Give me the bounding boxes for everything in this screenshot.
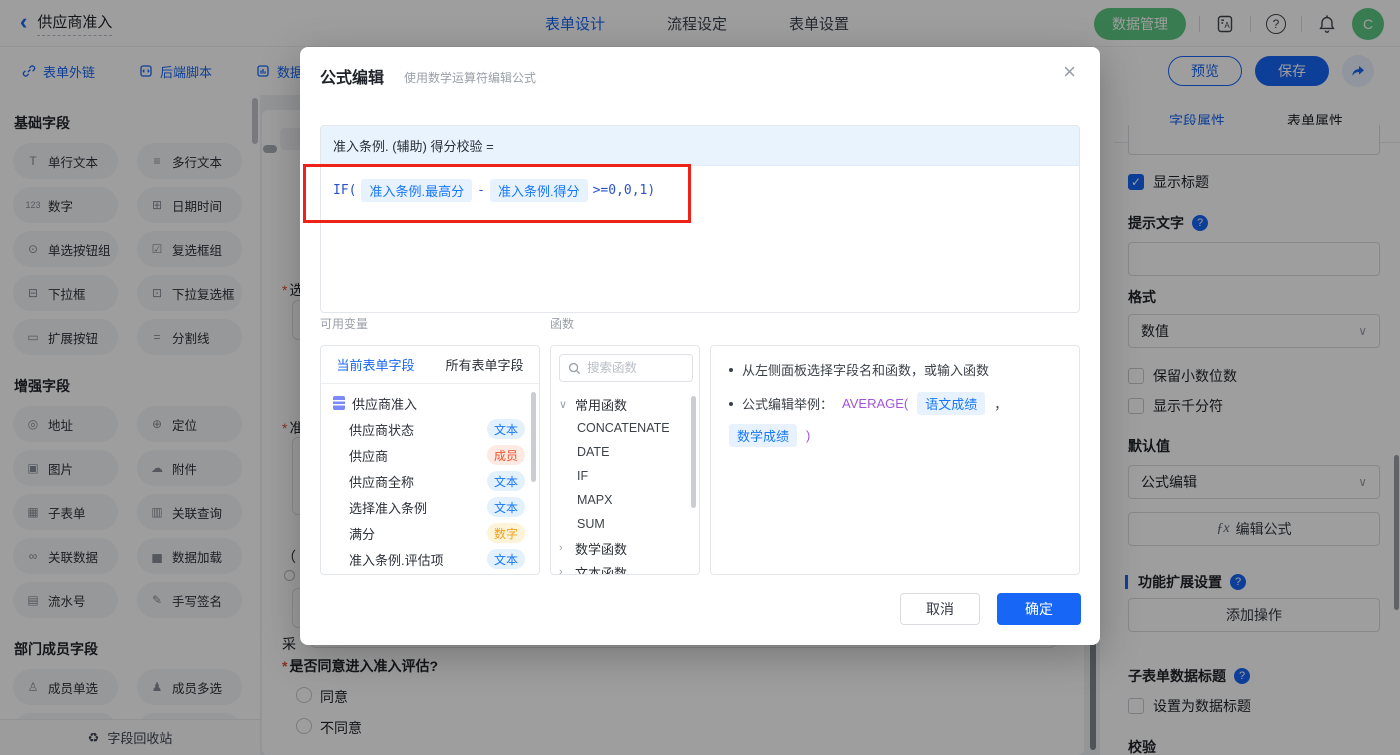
variable-name: 准入条例.评估项 <box>349 552 444 568</box>
annotation-highlight-box <box>303 164 691 223</box>
example-variable-chip: 数学成绩 <box>729 424 798 447</box>
function-item[interactable]: CONCATENATE <box>551 416 699 440</box>
group-label: 常用函数 <box>575 397 628 413</box>
tip-line: 从左侧面板选择字段名和函数，或输入函数 <box>729 360 1061 379</box>
tip-example-line: 公式编辑举例： AVERAGE( 语文成绩 ， 数学成绩 ) <box>729 392 1061 447</box>
variable-item[interactable]: 选择准入条例 文本 <box>321 494 539 520</box>
tab-current-form-fields[interactable]: 当前表单字段 <box>321 346 430 383</box>
variable-name: 供应商 <box>349 448 389 464</box>
form-doc-icon <box>333 396 345 410</box>
example-close-paren: ) <box>806 428 811 443</box>
formula-target: 准入条例. (辅助) 得分校验 = <box>321 126 1079 166</box>
tab-all-form-fields[interactable]: 所有表单字段 <box>430 346 539 383</box>
search-icon <box>568 362 581 374</box>
chevron-closed-icon: › <box>559 542 563 554</box>
modal-subtitle: 使用数学运算符编辑公式 <box>404 71 537 85</box>
variable-name: 满分 <box>349 526 376 542</box>
variable-name: 供应商全称 <box>349 474 415 490</box>
bullet-icon <box>729 367 733 372</box>
function-item[interactable]: IF <box>551 464 699 488</box>
variable-item[interactable]: 满分 数字 <box>321 520 539 546</box>
functions-section-label: 函数 <box>550 317 575 331</box>
variable-name: 选择准入条例 <box>349 500 428 516</box>
variable-item[interactable]: 供应商 成员 <box>321 442 539 468</box>
variables-form-node[interactable]: 供应商准入 <box>321 390 539 416</box>
variables-scrollbar[interactable] <box>531 392 536 482</box>
group-label: 文本函数 <box>575 565 628 575</box>
function-search-input[interactable] <box>587 361 677 375</box>
close-icon[interactable]: × <box>1063 59 1076 85</box>
type-badge: 文本 <box>487 549 525 569</box>
type-badge: 文本 <box>487 497 525 517</box>
example-function: AVERAGE( <box>842 396 909 411</box>
functions-panel: ∨ 常用函数 CONCATENATE DATE IF MAPX SUM › 数学… <box>550 345 700 575</box>
variables-tabs: 当前表单字段 所有表单字段 <box>321 346 539 384</box>
bullet-icon <box>729 401 733 406</box>
form-name: 供应商准入 <box>352 396 418 412</box>
function-group-math[interactable]: › 数学函数 <box>551 536 699 560</box>
formula-edit-modal: 公式编辑 使用数学运算符编辑公式 × 准入条例. (辅助) 得分校验 = IF(… <box>300 47 1100 645</box>
type-badge: 成员 <box>487 445 525 465</box>
chevron-open-icon: ∨ <box>559 398 568 411</box>
function-item[interactable]: SUM <box>551 512 699 536</box>
variables-section-label: 可用变量 <box>320 317 369 331</box>
function-group-common[interactable]: ∨ 常用函数 <box>551 392 699 416</box>
variable-item[interactable]: 供应商全称 文本 <box>321 468 539 494</box>
function-group-text[interactable]: › 文本函数 <box>551 560 699 575</box>
type-badge: 数字 <box>487 523 525 543</box>
type-badge: 文本 <box>487 419 525 439</box>
functions-scrollbar[interactable] <box>691 396 696 508</box>
confirm-button[interactable]: 确定 <box>997 593 1081 625</box>
app-window: ‹ 供应商准入 表单设计 流程设定 表单设置 数据管理 A ? C 表单外链 后… <box>0 0 1400 755</box>
cancel-button[interactable]: 取消 <box>900 593 980 625</box>
example-variable-chip: 语文成绩 <box>917 392 986 415</box>
modal-title: 公式编辑 <box>320 70 385 87</box>
type-badge: 文本 <box>487 471 525 491</box>
function-item[interactable]: DATE <box>551 440 699 464</box>
chevron-closed-icon: › <box>559 566 563 575</box>
group-label: 数学函数 <box>575 541 628 557</box>
variables-panel: 当前表单字段 所有表单字段 供应商准入 供应商状态 文本 供应商 成员 供应商全… <box>320 345 540 575</box>
function-item[interactable]: MAPX <box>551 488 699 512</box>
variable-item[interactable]: 供应商状态 文本 <box>321 416 539 442</box>
function-search[interactable] <box>559 354 693 382</box>
variable-name: 供应商状态 <box>349 422 415 438</box>
tips-panel: 从左侧面板选择字段名和函数，或输入函数 公式编辑举例： AVERAGE( 语文成… <box>710 345 1080 575</box>
variable-item[interactable]: 准入条例.评估项 文本 <box>321 546 539 572</box>
